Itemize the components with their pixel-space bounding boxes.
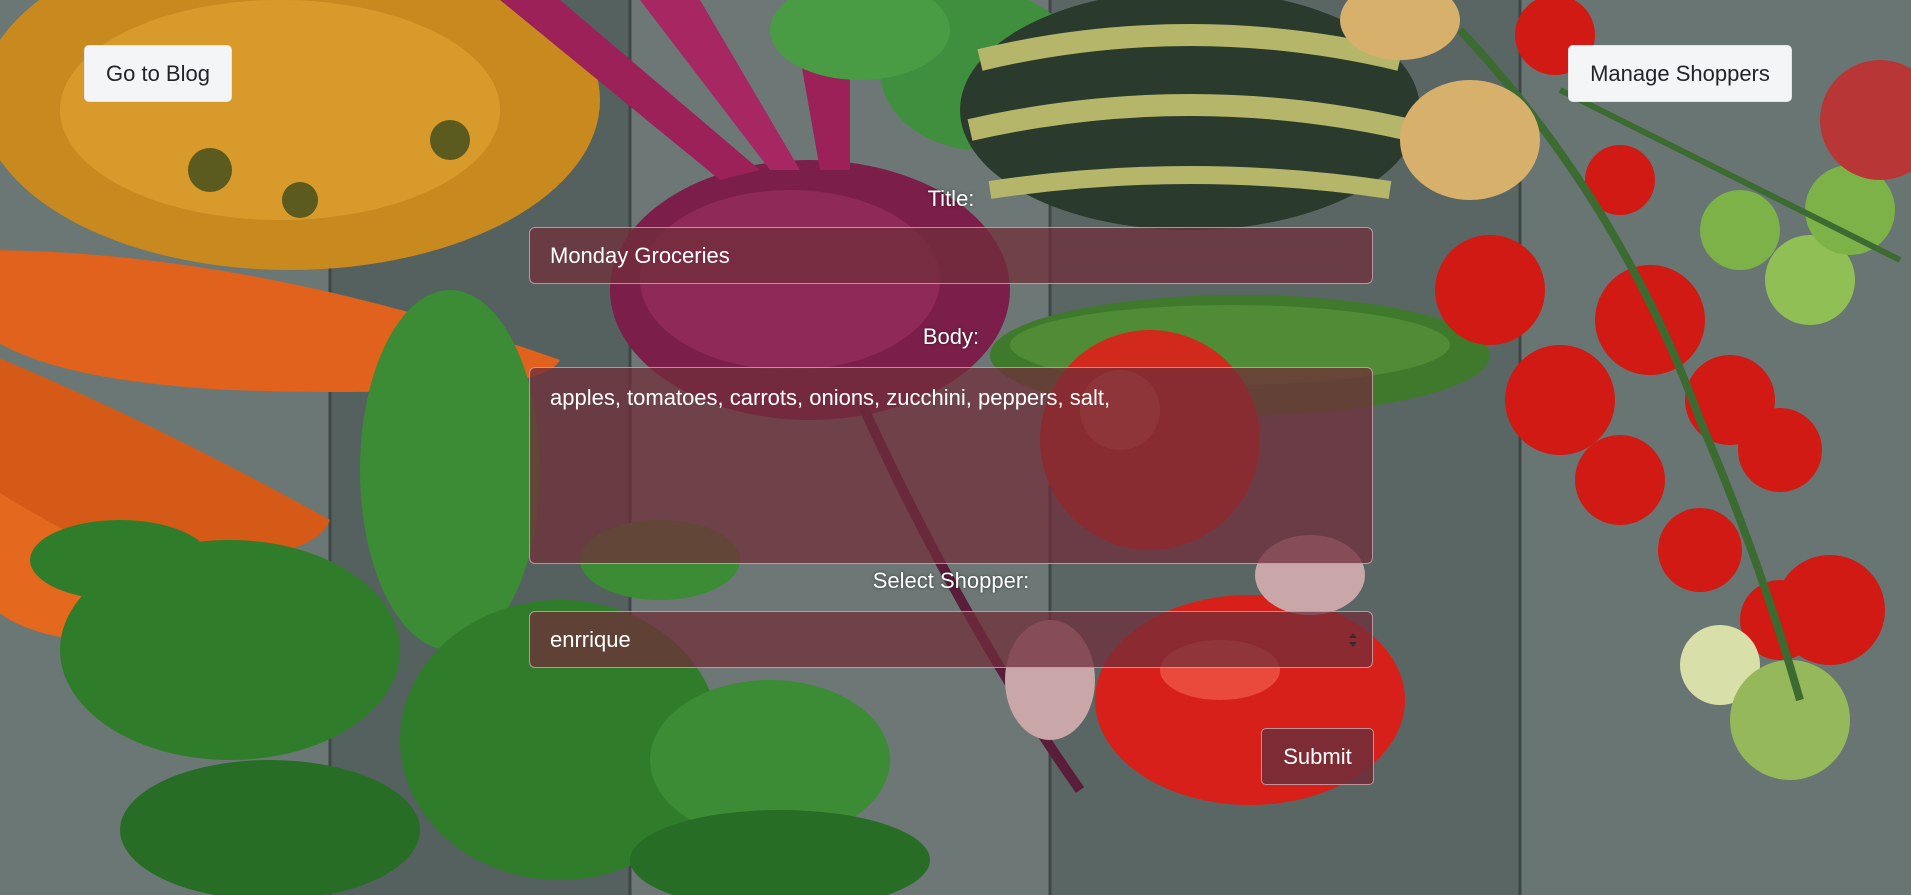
submit-button[interactable]: Submit — [1261, 728, 1374, 785]
shopper-select[interactable]: enrrique — [529, 611, 1373, 668]
body-label: Body: — [922, 324, 980, 349]
select-shopper-label: Select Shopper: — [872, 568, 1030, 593]
title-input[interactable]: Monday Groceries — [529, 227, 1373, 284]
body-textarea[interactable]: apples, tomatoes, carrots, onions, zucch… — [529, 367, 1373, 564]
sort-arrows-icon — [1349, 633, 1357, 647]
shopper-select-value: enrrique — [550, 627, 631, 652]
manage-shoppers-button[interactable]: Manage Shoppers — [1568, 45, 1792, 102]
title-label: Title: — [927, 186, 975, 211]
go-to-blog-button[interactable]: Go to Blog — [84, 45, 232, 102]
